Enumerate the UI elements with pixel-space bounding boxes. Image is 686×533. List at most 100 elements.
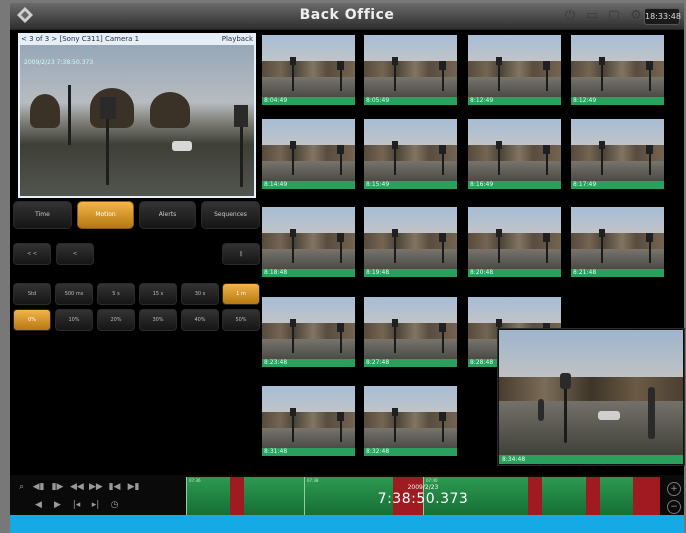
thumbnail-frame[interactable]: 8:17:49 bbox=[571, 119, 664, 189]
tree-shape bbox=[30, 94, 60, 129]
thumbnail-frame[interactable]: 8:32:48 bbox=[364, 386, 457, 456]
sign-shape bbox=[100, 97, 116, 119]
folder-icon[interactable]: ▢ bbox=[606, 8, 622, 24]
frame-forward-icon[interactable]: ▶ bbox=[51, 499, 64, 512]
sign-shape bbox=[599, 229, 605, 237]
thumbnail-frame[interactable]: 8:15:49 bbox=[364, 119, 457, 189]
jump-end-icon[interactable]: ▶▮ bbox=[127, 481, 140, 494]
mark-in-icon[interactable]: |◂ bbox=[70, 499, 83, 512]
interval-500ms-button[interactable]: 500 ms bbox=[55, 283, 93, 305]
sign-shape bbox=[290, 229, 296, 237]
thumbnail-frame[interactable]: 8:18:48 bbox=[262, 207, 355, 277]
tab-motion[interactable]: Motion bbox=[77, 201, 134, 229]
sign-shape bbox=[439, 323, 446, 332]
thumbnail-frame[interactable]: 8:12:49 bbox=[571, 35, 664, 105]
sign-shape bbox=[392, 141, 398, 149]
playback-view[interactable]: < 3 of 3 > [Sony C311] Camera 1 Playback… bbox=[18, 33, 256, 198]
thumbnail-timestamp: 8:19:48 bbox=[364, 269, 457, 277]
rewind-icon[interactable]: ◀◀ bbox=[70, 481, 84, 494]
thumbnail-timestamp: 8:17:49 bbox=[571, 181, 664, 189]
car-shape bbox=[172, 141, 192, 151]
step-back-icon[interactable]: ◀▮ bbox=[32, 481, 45, 494]
person-shape bbox=[538, 399, 544, 421]
tab-sequences[interactable]: Sequences bbox=[201, 201, 260, 229]
frame-back-icon[interactable]: ◀ bbox=[32, 499, 45, 512]
display-icon[interactable]: ▭ bbox=[584, 8, 600, 24]
tab-time[interactable]: Time bbox=[13, 201, 72, 229]
interval-std-button[interactable]: Std bbox=[13, 283, 51, 305]
thumbnail-frame[interactable]: 8:14:49 bbox=[262, 119, 355, 189]
zoom-out-icon[interactable]: − bbox=[667, 500, 681, 514]
thumbnail-timestamp: 8:31:48 bbox=[262, 448, 355, 456]
thumbnail-timestamp: 8:20:48 bbox=[468, 269, 561, 277]
enlarged-frame-preview[interactable]: 8:34:48 bbox=[497, 328, 685, 466]
sign-shape bbox=[234, 105, 248, 127]
interval-30s-button[interactable]: 30 s bbox=[181, 283, 219, 305]
power-icon[interactable]: ⏻ bbox=[562, 8, 578, 24]
sign-shape bbox=[646, 145, 653, 154]
clock-icon[interactable]: ◷ bbox=[108, 499, 121, 512]
sign-shape bbox=[290, 141, 296, 149]
pause-button[interactable]: || bbox=[222, 243, 260, 265]
interval-15s-button[interactable]: 15 s bbox=[139, 283, 177, 305]
settings-icon[interactable]: ⚙ bbox=[628, 8, 644, 24]
search-icon[interactable]: ⌕ bbox=[15, 481, 28, 494]
step-forward-icon[interactable]: ▮▶ bbox=[51, 481, 64, 494]
playback-label: Playback bbox=[221, 35, 253, 43]
bottom-strip bbox=[10, 515, 684, 533]
sign-shape bbox=[496, 141, 502, 149]
thumbnail-frame[interactable]: 8:19:48 bbox=[364, 207, 457, 277]
camera-selector[interactable]: < 3 of 3 > [Sony C311] Camera 1 bbox=[21, 33, 139, 45]
sign-shape bbox=[439, 233, 446, 242]
thumbnail-frame[interactable]: 8:04:49 bbox=[262, 35, 355, 105]
thumbnail-timestamp: 8:18:48 bbox=[262, 269, 355, 277]
preview-timestamp: 8:34:48 bbox=[499, 455, 683, 464]
timeline-label: 07:36 bbox=[189, 478, 201, 483]
sensitivity-50-button[interactable]: 50% bbox=[222, 309, 260, 331]
sensitivity-10-button[interactable]: 10% bbox=[55, 309, 93, 331]
thumbnail-frame[interactable]: 8:23:48 bbox=[262, 297, 355, 367]
timeline-label: 07:40 bbox=[426, 478, 438, 483]
thumbnail-timestamp: 8:14:49 bbox=[262, 181, 355, 189]
sensitivity-20-button[interactable]: 20% bbox=[97, 309, 135, 331]
tab-alerts[interactable]: Alerts bbox=[139, 201, 196, 229]
thumbnail-timestamp: 8:32:48 bbox=[364, 448, 457, 456]
sign-shape bbox=[439, 61, 446, 70]
sign-shape bbox=[337, 145, 344, 154]
thumbnail-timestamp: 8:15:49 bbox=[364, 181, 457, 189]
person-shape bbox=[648, 387, 655, 439]
skip-back-button[interactable]: < < bbox=[13, 243, 51, 265]
fast-forward-icon[interactable]: ▶▶ bbox=[89, 481, 103, 494]
sign-shape bbox=[599, 141, 605, 149]
thumbnail-frame[interactable]: 8:21:48 bbox=[571, 207, 664, 277]
sign-shape bbox=[290, 408, 296, 416]
thumbnail-frame[interactable]: 8:20:48 bbox=[468, 207, 561, 277]
playback-timestamp: 2009/2/23 7:38:50.373 bbox=[24, 59, 94, 66]
sign-shape bbox=[543, 61, 550, 70]
sensitivity-40-button[interactable]: 40% bbox=[181, 309, 219, 331]
thumbnail-frame[interactable]: 8:27:48 bbox=[364, 297, 457, 367]
step-back-button[interactable]: < bbox=[56, 243, 94, 265]
timeline-scrubber[interactable]: 07:36 07:38 07:40 2009/2/23 7:38:50.373 bbox=[186, 477, 660, 515]
sign-shape bbox=[337, 323, 344, 332]
interval-1m-button[interactable]: 1 m bbox=[222, 283, 260, 305]
interval-5s-button[interactable]: 5 s bbox=[97, 283, 135, 305]
sensitivity-30-button[interactable]: 30% bbox=[139, 309, 177, 331]
thumbnail-frame[interactable]: 8:31:48 bbox=[262, 386, 355, 456]
thumbnail-frame[interactable]: 8:12:49 bbox=[468, 35, 561, 105]
jump-start-icon[interactable]: ▮◀ bbox=[108, 481, 121, 494]
mark-out-icon[interactable]: ▸| bbox=[89, 499, 102, 512]
zoom-in-icon[interactable]: + bbox=[667, 482, 681, 496]
sign-shape bbox=[543, 233, 550, 242]
timeline-date: 2009/2/23 bbox=[407, 484, 439, 491]
sign-shape bbox=[392, 319, 398, 327]
thumbnail-timestamp: 8:27:48 bbox=[364, 359, 457, 367]
timeline-label: 07:38 bbox=[307, 478, 319, 483]
tree-shape bbox=[150, 92, 190, 129]
preview-trees bbox=[499, 377, 683, 401]
sensitivity-0-button[interactable]: 0% bbox=[13, 309, 51, 331]
thumbnail-frame[interactable]: 8:16:49 bbox=[468, 119, 561, 189]
sign-shape bbox=[543, 145, 550, 154]
thumbnail-frame[interactable]: 8:05:49 bbox=[364, 35, 457, 105]
thumbnail-timestamp: 8:04:49 bbox=[262, 97, 355, 105]
